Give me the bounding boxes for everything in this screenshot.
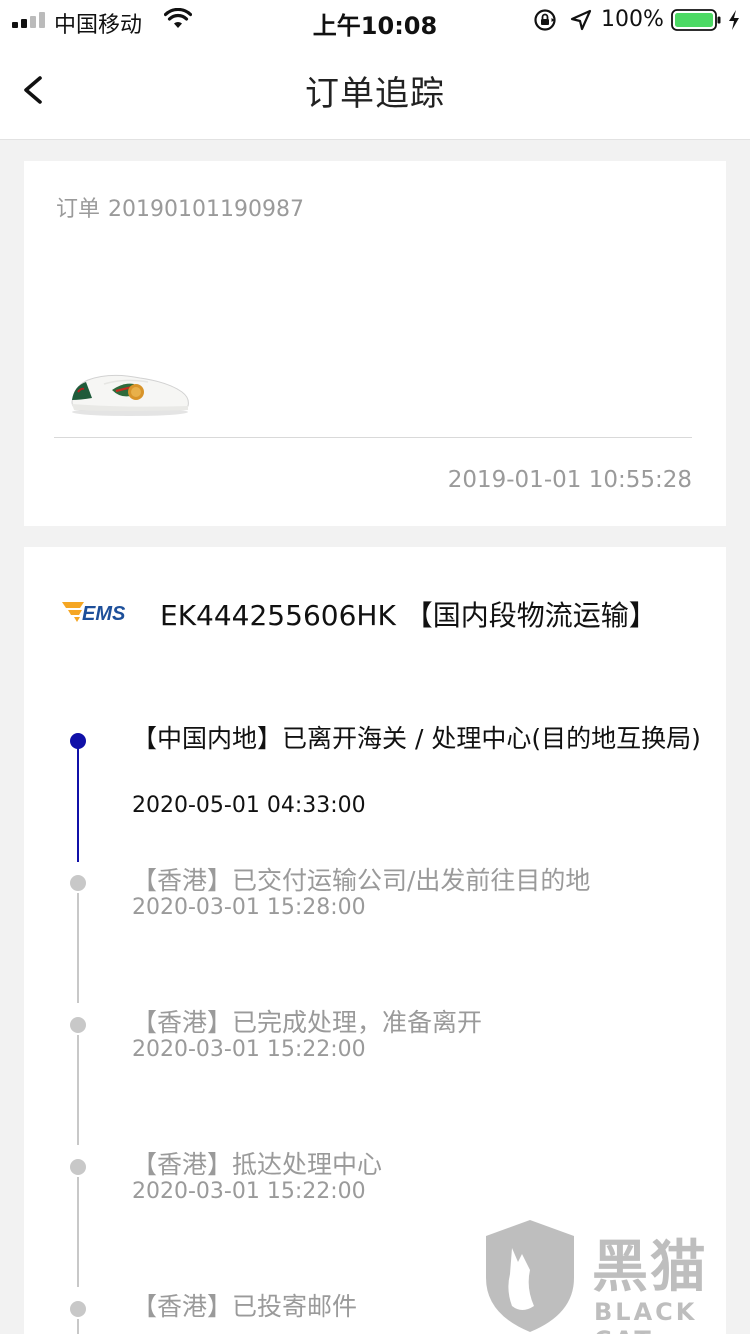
timeline-line: [77, 747, 79, 862]
carrier-row: EMS EK444255606HK 【国内段物流运输】: [62, 593, 712, 633]
charging-icon: [729, 10, 739, 30]
event-time: 2020-03-01 15:22:00: [132, 1037, 366, 1062]
battery-percentage: 100%: [601, 7, 664, 32]
ems-logo: EMS: [62, 602, 126, 625]
tracking-number: EK444255606HK 【国内段物流运输】: [160, 599, 657, 632]
navigation-bar: 订单追踪: [0, 40, 750, 140]
timeline-dot: [70, 1017, 86, 1033]
event-time: 2020-03-01 15:28:00: [132, 895, 366, 920]
event-description: 【香港】已交付运输公司/出发前往目的地: [132, 866, 591, 895]
order-number-value: 20190101190987: [108, 197, 304, 222]
watermark: 黑猫 BLACK CAT: [478, 1218, 750, 1334]
event-description: 【香港】抵达处理中心: [132, 1150, 383, 1179]
timeline-line: [77, 1035, 79, 1145]
event-time: 2020-03-01 15:22:00: [132, 1179, 366, 1204]
product-image[interactable]: [64, 356, 194, 418]
order-number: 订单 20190101190987: [56, 191, 304, 223]
location-icon: [570, 9, 592, 31]
divider: [54, 437, 692, 438]
timeline-dot: [70, 1301, 86, 1317]
watermark-subtext: BLACK CAT: [594, 1298, 698, 1334]
battery-icon: [671, 9, 721, 31]
watermark-text: 黑猫: [592, 1235, 708, 1300]
tracking-card: EMS EK444255606HK 【国内段物流运输】 【中国内地】已离开海关 …: [24, 547, 726, 1334]
timeline-line: [77, 1177, 79, 1287]
event-time: 2020-05-01 04:33:00: [132, 793, 366, 818]
order-time: 2019-01-01 10:55:28: [447, 467, 692, 493]
rotation-lock-icon: [534, 9, 556, 31]
timeline-line: [77, 893, 79, 1003]
order-card: 订单 20190101190987 2019-01-01 10:55:28: [24, 161, 726, 526]
order-number-label: 订单: [56, 197, 101, 222]
timeline-dot: [70, 875, 86, 891]
event-description: 【香港】已完成处理，准备离开: [132, 1008, 483, 1037]
timeline-dot: [70, 1159, 86, 1175]
ems-logo-text: EMS: [82, 603, 126, 625]
event-description: 【中国内地】已离开海关 / 处理中心(目的地互换局): [132, 724, 701, 753]
black-cat-logo-icon: [486, 1220, 574, 1332]
timeline-line: [77, 1319, 79, 1334]
page-title: 订单追踪: [305, 74, 445, 114]
status-bar: 中国移动 上午10:08 100%: [0, 0, 750, 40]
